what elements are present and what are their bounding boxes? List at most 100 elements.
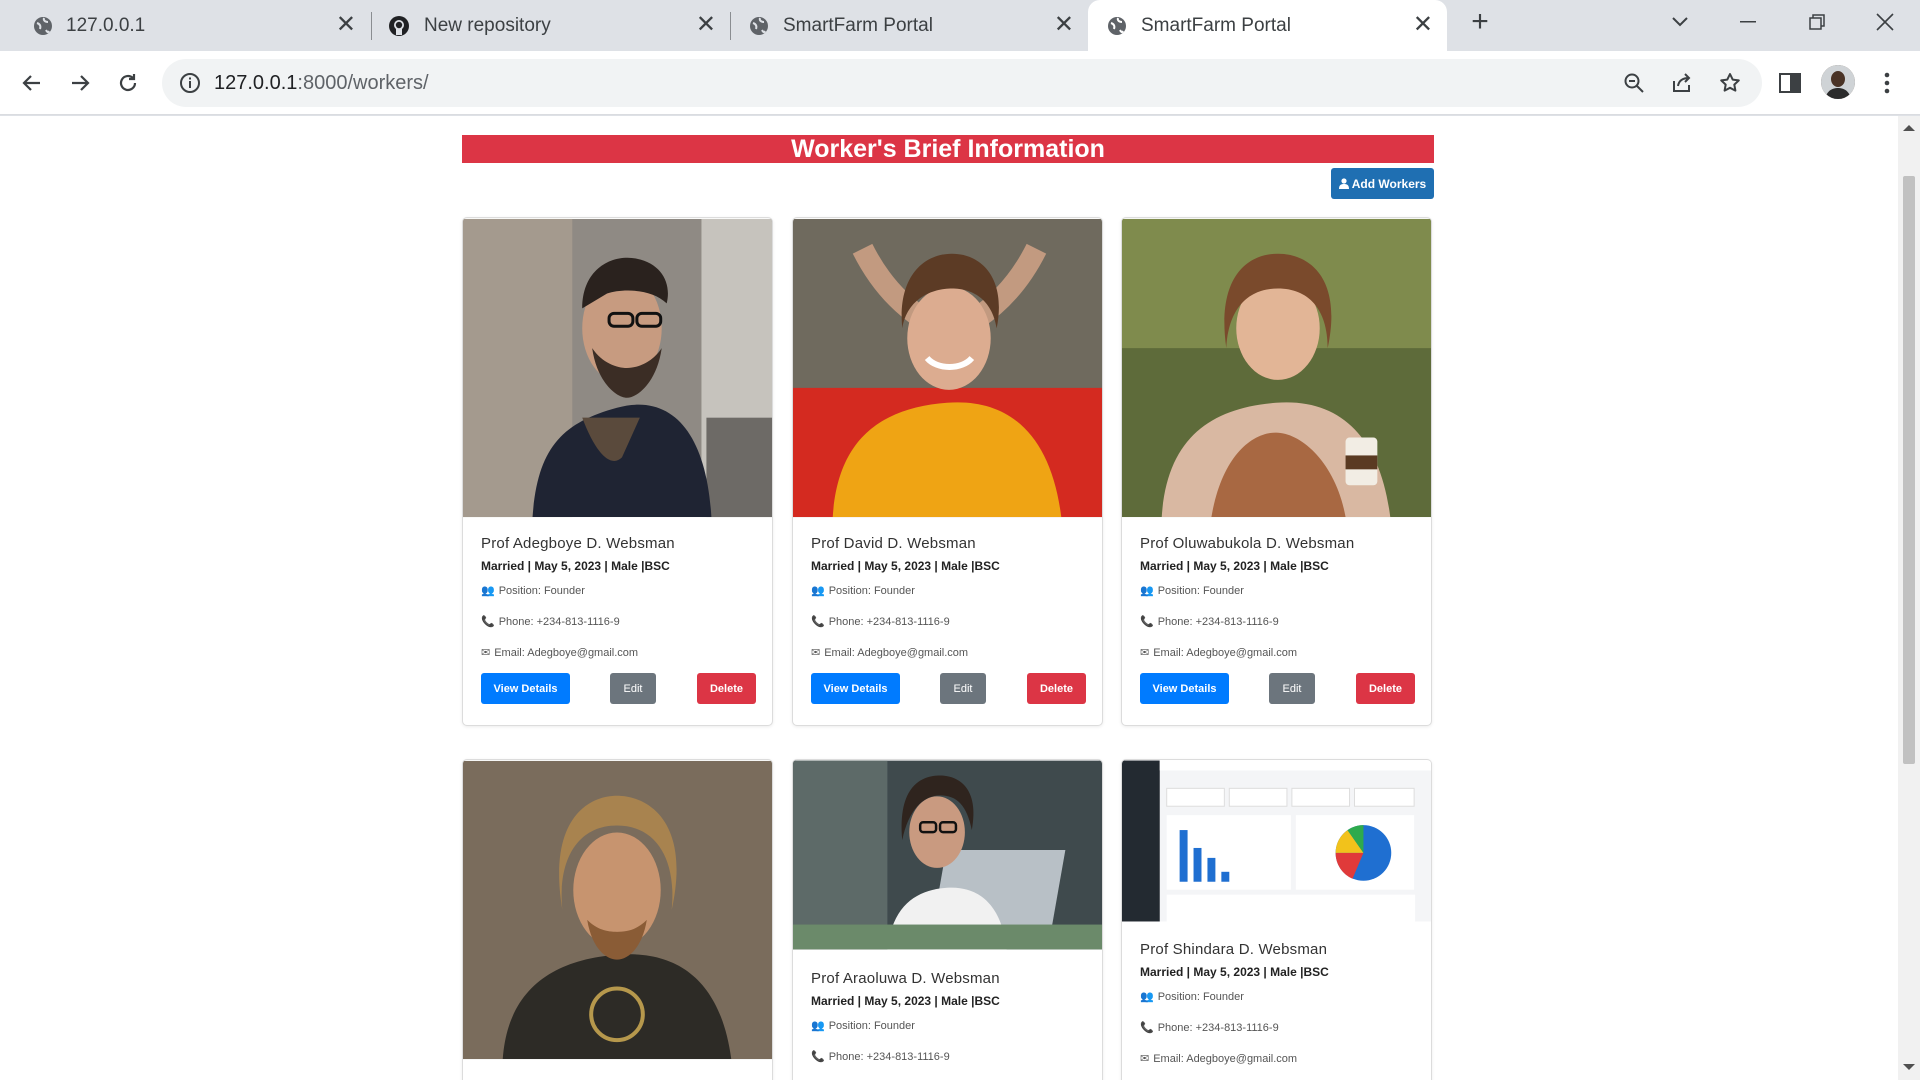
back-arrow-icon[interactable] bbox=[12, 63, 52, 103]
position-text: Position: Founder bbox=[828, 584, 915, 597]
worker-photo bbox=[1122, 218, 1431, 518]
worker-card: Prof Oluwabukola D. Websman Married | Ma… bbox=[1121, 217, 1432, 726]
tab-3[interactable]: SmartFarm Portal ✕ bbox=[731, 0, 1088, 51]
worker-photo bbox=[793, 218, 1102, 518]
page-title-banner: Worker's Brief Information bbox=[462, 135, 1434, 163]
tab-title: New repository bbox=[424, 15, 551, 36]
globe-icon bbox=[750, 17, 768, 35]
scroll-down-arrow-icon[interactable] bbox=[1903, 1064, 1915, 1070]
worker-email: ✉ Email: Adegboye@gmail.com bbox=[811, 646, 1084, 660]
worker-name: Prof Shindara D. Websman bbox=[1140, 941, 1328, 958]
phone-text: Phone: +234-813-1116-9 bbox=[1157, 615, 1279, 628]
delete-button[interactable]: Delete bbox=[1027, 673, 1086, 704]
phone-text: Phone: +234-813-1116-9 bbox=[828, 615, 950, 628]
share-icon[interactable] bbox=[1666, 67, 1698, 99]
worker-phone: 📞 Phone: +234-813-1116-9 bbox=[481, 615, 754, 629]
side-panel-icon[interactable] bbox=[1774, 67, 1806, 99]
url-text[interactable]: 127.0.0.1:8000/workers/ bbox=[214, 72, 429, 95]
close-icon[interactable]: ✕ bbox=[696, 13, 716, 37]
edit-button[interactable]: Edit bbox=[940, 673, 986, 704]
page-viewport: Worker's Brief Information Add Workers P… bbox=[0, 116, 1898, 1080]
vertical-scrollbar[interactable] bbox=[1898, 116, 1920, 1080]
card-actions: View Details Edit Delete bbox=[811, 673, 1086, 704]
add-workers-label: Add Workers bbox=[1351, 176, 1427, 191]
tab-1[interactable]: 127.0.0.1 ✕ bbox=[0, 0, 370, 51]
scrollbar-thumb[interactable] bbox=[1903, 176, 1915, 764]
new-tab-button[interactable]: + bbox=[1445, 0, 1515, 44]
view-details-button[interactable]: View Details bbox=[1140, 673, 1229, 704]
user-icon: 👥 bbox=[811, 1020, 825, 1032]
worker-meta: Married | May 5, 2023 | Male |BSC bbox=[811, 559, 1000, 573]
email-text: Email: Adegboye@gmail.com bbox=[1153, 646, 1298, 659]
browser-toolbar: 127.0.0.1:8000/workers/ bbox=[0, 51, 1920, 115]
view-details-button[interactable]: View Details bbox=[481, 673, 570, 704]
close-icon[interactable]: ✕ bbox=[1413, 13, 1433, 37]
site-info-icon[interactable] bbox=[178, 71, 202, 95]
more-menu-icon[interactable] bbox=[1871, 67, 1903, 99]
worker-card: Prof Shindara D. Websman Married | May 5… bbox=[1121, 759, 1432, 1080]
phone-icon: 📞 bbox=[1140, 1022, 1154, 1034]
globe-icon bbox=[1108, 17, 1126, 35]
worker-card bbox=[462, 759, 773, 1080]
forward-arrow-icon[interactable] bbox=[60, 63, 100, 103]
user-icon: 👥 bbox=[1140, 585, 1154, 597]
edit-button[interactable]: Edit bbox=[610, 673, 656, 704]
user-icon: 👥 bbox=[1140, 991, 1154, 1003]
position-text: Position: Founder bbox=[828, 1019, 915, 1032]
tab-title: 127.0.0.1 bbox=[66, 15, 146, 36]
worker-card: Prof Adegboye D. Websman Married | May 5… bbox=[462, 217, 773, 726]
phone-text: Phone: +234-813-1116-9 bbox=[1157, 1021, 1279, 1034]
tab-search-chevron-icon[interactable] bbox=[1645, 0, 1715, 44]
phone-icon: 📞 bbox=[811, 616, 825, 628]
worker-photo bbox=[463, 760, 772, 1060]
scroll-up-arrow-icon[interactable] bbox=[1903, 125, 1915, 131]
tab-title: SmartFarm Portal bbox=[1141, 15, 1291, 36]
reload-icon[interactable] bbox=[108, 63, 148, 103]
user-icon: 👥 bbox=[811, 585, 825, 597]
worker-email: ✉ Email: Adegboye@gmail.com bbox=[481, 646, 754, 660]
address-bar[interactable]: 127.0.0.1:8000/workers/ bbox=[162, 59, 1762, 107]
browser-chrome: 127.0.0.1 ✕ New repository ✕ SmartFarm P… bbox=[0, 0, 1920, 116]
edit-button[interactable]: Edit bbox=[1269, 673, 1315, 704]
worker-photo bbox=[463, 218, 772, 518]
tab-strip: 127.0.0.1 ✕ New repository ✕ SmartFarm P… bbox=[0, 0, 1920, 51]
worker-email: ✉ Email: Adegboye@gmail.com bbox=[1140, 646, 1413, 660]
tab-4-active[interactable]: SmartFarm Portal ✕ bbox=[1088, 0, 1447, 51]
worker-meta: Married | May 5, 2023 | Male |BSC bbox=[1140, 965, 1329, 979]
worker-name: Prof David D. Websman bbox=[811, 535, 976, 552]
profile-avatar[interactable] bbox=[1821, 65, 1855, 99]
minimize-button[interactable] bbox=[1713, 0, 1783, 44]
envelope-icon: ✉ bbox=[1140, 1053, 1150, 1065]
phone-icon: 📞 bbox=[1140, 616, 1154, 628]
restore-button[interactable] bbox=[1782, 0, 1852, 44]
url-host: 127.0.0.1 bbox=[214, 72, 298, 94]
worker-name: Prof Adegboye D. Websman bbox=[481, 535, 675, 552]
worker-card: Prof Araoluwa D. Websman Married | May 5… bbox=[792, 759, 1103, 1080]
globe-icon bbox=[34, 17, 52, 35]
worker-phone: 📞 Phone: +234-813-1116-9 bbox=[811, 1050, 1084, 1064]
close-icon[interactable]: ✕ bbox=[1054, 13, 1074, 37]
close-window-button[interactable] bbox=[1850, 0, 1920, 44]
card-actions: View Details Edit Delete bbox=[481, 673, 756, 704]
github-icon bbox=[389, 16, 409, 36]
view-details-button[interactable]: View Details bbox=[811, 673, 900, 704]
worker-position: 👥 Position: Founder bbox=[811, 1019, 1084, 1033]
worker-position: 👥 Position: Founder bbox=[811, 584, 1084, 598]
close-icon[interactable]: ✕ bbox=[336, 13, 356, 37]
bookmark-star-icon[interactable] bbox=[1714, 67, 1746, 99]
delete-button[interactable]: Delete bbox=[1356, 673, 1415, 704]
worker-card: Prof David D. Websman Married | May 5, 2… bbox=[792, 217, 1103, 726]
envelope-icon: ✉ bbox=[481, 647, 491, 659]
worker-email: ✉ Email: Adegboye@gmail.com bbox=[1140, 1052, 1413, 1066]
worker-photo-dashboard-screenshot bbox=[1122, 760, 1431, 922]
worker-phone: 📞 Phone: +234-813-1116-9 bbox=[811, 615, 1084, 629]
delete-button[interactable]: Delete bbox=[697, 673, 756, 704]
phone-icon: 📞 bbox=[811, 1051, 825, 1063]
position-text: Position: Founder bbox=[1157, 584, 1244, 597]
tab-2[interactable]: New repository ✕ bbox=[372, 0, 730, 51]
zoom-out-icon[interactable] bbox=[1618, 67, 1650, 99]
worker-meta: Married | May 5, 2023 | Male |BSC bbox=[1140, 559, 1329, 573]
phone-icon: 📞 bbox=[481, 616, 495, 628]
worker-meta: Married | May 5, 2023 | Male |BSC bbox=[481, 559, 670, 573]
add-workers-button[interactable]: Add Workers bbox=[1331, 168, 1434, 199]
